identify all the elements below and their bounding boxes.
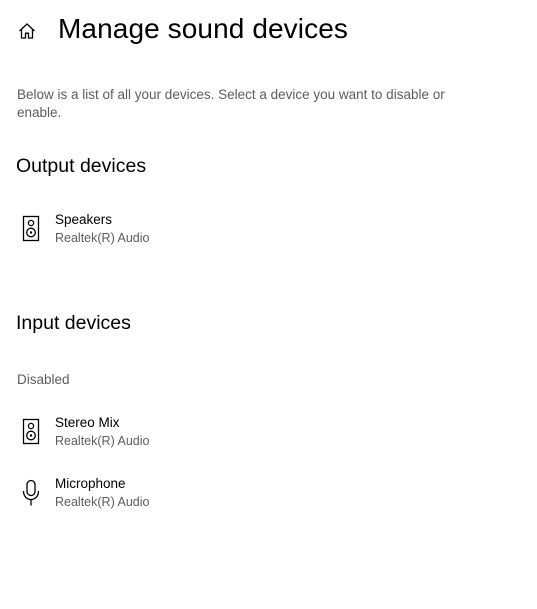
page-title: Manage sound devices [58,13,348,44]
page-description: Below is a list of all your devices. Sel… [17,87,445,120]
device-stereo-mix[interactable]: Stereo Mix Realtek(R) Audio [12,412,312,460]
device-name: Stereo Mix [55,415,120,430]
home-button[interactable] [12,18,42,48]
device-driver: Realtek(R) Audio [55,495,150,509]
device-microphone[interactable]: Microphone Realtek(R) Audio [12,473,312,521]
disabled-label: Disabled [17,372,70,387]
page-header: Manage sound devices [0,0,537,64]
device-speakers[interactable]: Speakers Realtek(R) Audio [12,209,312,257]
speaker-icon [20,215,42,243]
device-name: Microphone [55,476,126,491]
home-icon [17,21,37,46]
device-name: Speakers [55,212,113,227]
device-driver: Realtek(R) Audio [55,231,150,245]
input-devices-heading: Input devices [16,312,131,334]
microphone-icon [20,479,42,507]
speaker-icon [20,418,42,446]
device-driver: Realtek(R) Audio [55,434,150,448]
output-devices-heading: Output devices [16,155,147,177]
